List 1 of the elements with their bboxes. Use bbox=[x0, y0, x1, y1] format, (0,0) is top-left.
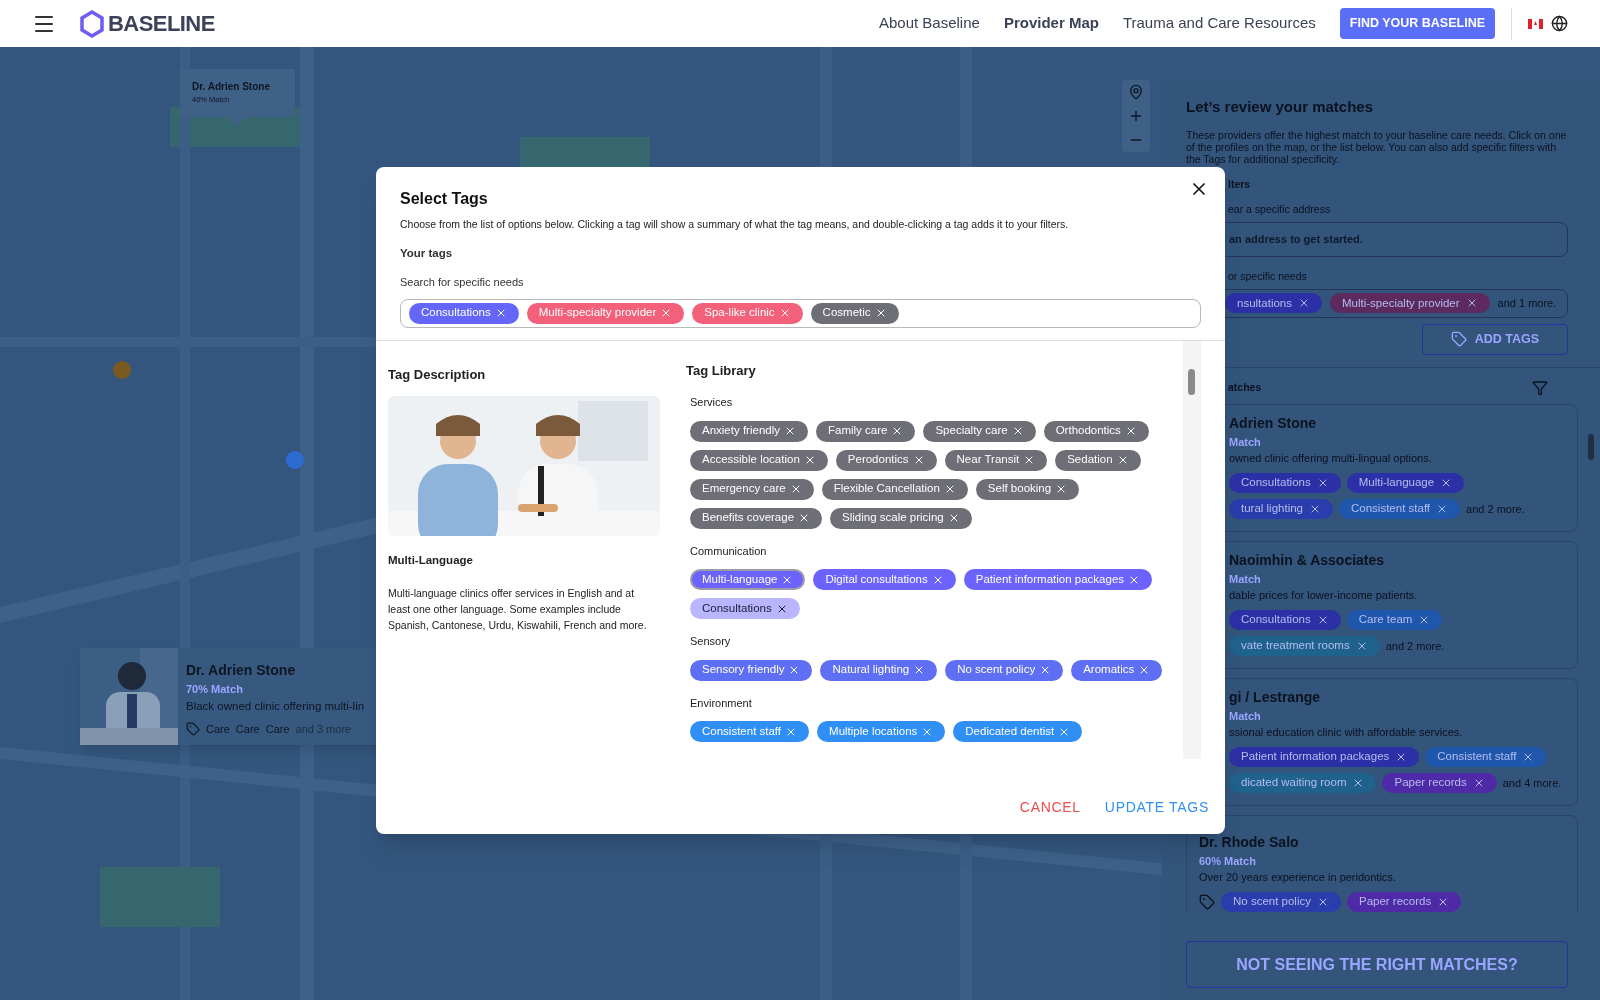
brand-name: BASELINE bbox=[108, 10, 215, 38]
